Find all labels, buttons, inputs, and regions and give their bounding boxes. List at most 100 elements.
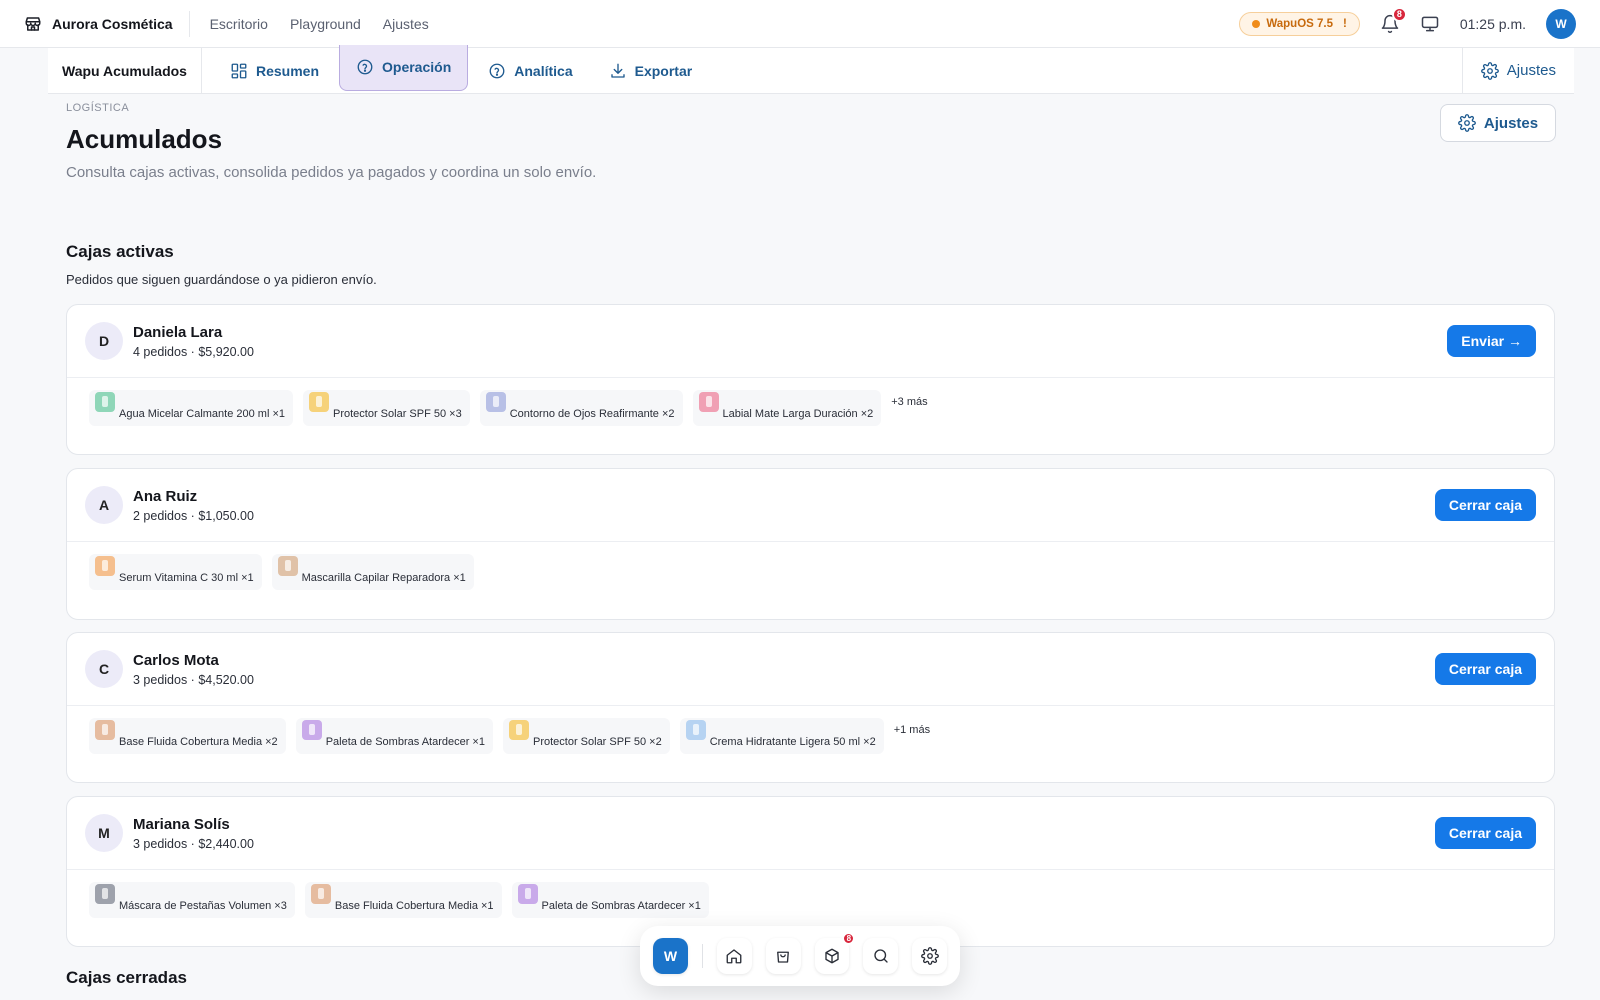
tab-resumen[interactable]: Resumen [214,51,335,91]
product-thumbnail [95,720,115,740]
product-thumbnail [508,720,529,740]
tab-operacion[interactable]: Operación [339,44,469,91]
customer-info: Ana Ruiz 2 pedidos · $1,050.00 [133,488,254,523]
product-label: Agua Micelar Calmante 200 ml ×1 [119,408,285,420]
nav-ajustes[interactable]: Ajustes [383,16,429,32]
product-thumbnail [517,884,538,904]
product-thumbnail [698,392,719,412]
tab-exportar[interactable]: Exportar [593,51,709,91]
settings-button[interactable]: Ajustes [1440,104,1556,142]
nav-escritorio[interactable]: Escritorio [210,16,268,32]
gear-icon [1458,114,1476,132]
product-chip: Agua Micelar Calmante 200 ml ×1 [89,390,293,426]
more-items-link[interactable]: +3 más [891,396,927,408]
box-card-header: M Mariana Solís 3 pedidos · $2,440.00 Ce… [67,797,1554,870]
dock-home[interactable] [716,938,752,974]
close-box-button[interactable]: Cerrar caja [1434,817,1536,849]
more-items-link[interactable]: +1 más [894,724,930,736]
close-box-button[interactable]: Cerrar caja [1434,489,1536,521]
close-box-button[interactable]: Cerrar caja [1434,653,1536,685]
user-avatar[interactable]: W [1546,8,1576,39]
product-chip: Serum Vitamina C 30 ml ×1 [89,554,262,590]
brand-name: Aurora Cosmética [52,15,173,32]
search-icon [872,947,890,965]
page-description: Consulta cajas activas, consolida pedido… [66,164,597,181]
grid-icon [230,62,248,80]
nav-playground[interactable]: Playground [290,16,361,32]
home-icon [725,947,743,965]
help-circle-icon [488,62,506,80]
tabs: Resumen Operación Analítica Exportar [214,44,709,91]
app-tab-bar: Wapu Acumulados Resumen Operación Analít… [48,44,1574,94]
dock-search[interactable] [863,938,899,974]
dock-settings[interactable] [912,938,948,974]
settings-label: Ajustes [1506,62,1556,79]
box-summary: 3 pedidos · $4,520.00 [133,672,254,687]
dock-box[interactable]: 8 [814,932,856,974]
app-title: Wapu Acumulados [48,47,202,94]
send-button[interactable]: Enviar → [1447,325,1536,357]
app-settings-link[interactable]: Ajustes [1461,47,1574,94]
product-thumbnail [685,720,706,740]
box-card-header: C Carlos Mota 3 pedidos · $4,520.00 Cerr… [67,633,1554,706]
box-card-header: D Daniela Lara 4 pedidos · $5,920.00 Env… [67,305,1554,378]
product-label: Contorno de Ojos Reafirmante ×2 [509,408,675,420]
closed-boxes-title: Cajas cerradas [66,968,187,987]
product-label: Crema Hidratante Ligera 50 ml ×2 [709,736,876,748]
page-eyebrow: LOGÍSTICA [66,102,130,114]
product-chip: Base Fluida Cobertura Media ×2 [89,718,286,754]
box-card: C Carlos Mota 3 pedidos · $4,520.00 Cerr… [66,632,1555,783]
box-items: Serum Vitamina C 30 ml ×1 Mascarilla Cap… [67,542,1554,602]
customer-info: Daniela Lara 4 pedidos · $5,920.00 [133,324,254,359]
customer-avatar: A [85,486,123,524]
product-chip: Paleta de Sombras Atardecer ×1 [295,718,493,754]
bag-icon [774,947,792,965]
box-items: Agua Micelar Calmante 200 ml ×1 Protecto… [67,378,1554,438]
gear-icon [1480,61,1499,80]
box-summary: 4 pedidos · $5,920.00 [133,344,254,359]
product-chip: Base Fluida Cobertura Media ×1 [304,882,502,918]
top-bar: Aurora Cosmética Escritorio Playground A… [0,0,1600,48]
product-label: Protector Solar SPF 50 ×2 [532,736,662,748]
box-icon [823,947,841,965]
product-chip: Crema Hidratante Ligera 50 ml ×2 [679,718,884,754]
top-right: WapuOS 7.5 ! 8 01:25 p.m. W [1239,6,1576,39]
dock-avatar[interactable]: W [653,938,688,974]
customer-info: Carlos Mota 3 pedidos · $4,520.00 [133,652,254,687]
product-chip: Protector Solar SPF 50 ×3 [303,390,470,426]
product-chip: Paleta de Sombras Atardecer ×1 [511,882,709,918]
customer-avatar: C [85,650,123,688]
box-summary: 2 pedidos · $1,050.00 [133,508,254,523]
clock: 01:25 p.m. [1459,15,1526,32]
box-card: M Mariana Solís 3 pedidos · $2,440.00 Ce… [66,796,1555,947]
gear-icon [920,947,939,965]
bottom-dock: W 8 [640,926,960,986]
dock-bag[interactable] [765,938,801,974]
tab-label: Exportar [634,62,693,79]
customer-name: Carlos Mota [133,651,219,669]
product-chip: Contorno de Ojos Reafirmante ×2 [479,390,683,426]
os-version-label: WapuOS 7.5 [1266,17,1333,30]
tab-analitica[interactable]: Analítica [472,51,588,91]
product-thumbnail [485,392,506,412]
monitor-icon[interactable] [1420,14,1440,34]
box-items: Máscara de Pestañas Volumen ×3 Base Flui… [67,870,1554,930]
product-label: Protector Solar SPF 50 ×3 [333,408,462,420]
product-thumbnail [95,556,115,576]
notifications-button[interactable]: 8 [1380,6,1407,34]
tab-label: Operación [382,59,452,75]
product-chip: Máscara de Pestañas Volumen ×3 [89,882,295,918]
customer-avatar: M [85,814,123,852]
customer-info: Mariana Solís 3 pedidos · $2,440.00 [133,816,254,851]
product-label: Paleta de Sombras Atardecer ×1 [541,900,701,912]
os-alert-mark: ! [1343,17,1347,30]
product-chip: Protector Solar SPF 50 ×2 [502,718,670,754]
product-thumbnail [310,884,331,904]
product-label: Labial Mate Larga Duración ×2 [722,408,874,420]
os-version-badge[interactable]: WapuOS 7.5 ! [1239,11,1360,36]
active-boxes-title: Cajas activas [66,242,174,261]
brand[interactable]: Aurora Cosmética [24,10,190,37]
store-icon [24,15,42,33]
product-label: Máscara de Pestañas Volumen ×3 [119,900,287,912]
product-label: Serum Vitamina C 30 ml ×1 [119,572,254,584]
